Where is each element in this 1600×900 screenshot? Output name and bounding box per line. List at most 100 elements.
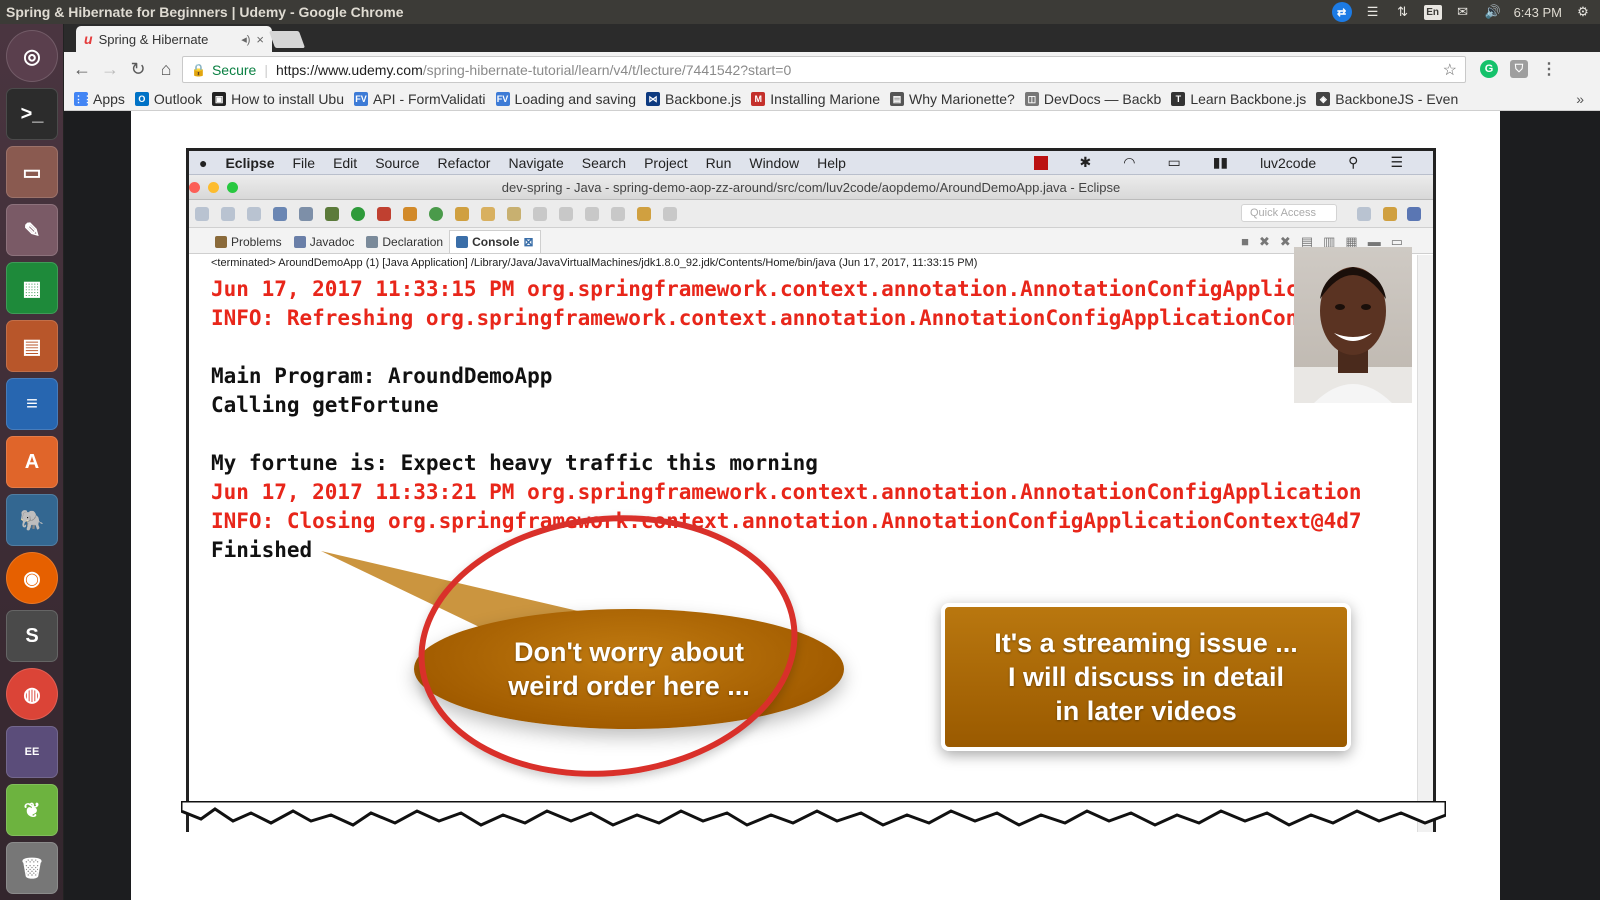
bookmark-item[interactable]: ◫ DevDocs — Backb	[1024, 91, 1161, 107]
url-path: /spring-hibernate-tutorial/learn/v4/t/le…	[422, 61, 792, 78]
bookmark-label: Installing Marione	[770, 90, 880, 107]
recording-icon	[1033, 155, 1048, 170]
bookmark-favicon-icon: ◈	[1316, 91, 1331, 106]
open-type-icon	[455, 206, 469, 221]
bookmark-label: Why Marionette?	[909, 90, 1015, 107]
menu-edit: Edit	[333, 154, 358, 171]
software-center-icon[interactable]: A	[6, 436, 58, 488]
eclipse-toolbar: Quick Access	[189, 200, 1433, 228]
menu-file: File	[292, 154, 316, 171]
clock[interactable]: 6:43 PM	[1514, 5, 1562, 20]
bookmark-item[interactable]: O Outlook	[134, 90, 203, 107]
forward-icon[interactable]: →	[96, 59, 124, 80]
home-icon[interactable]: ⌂	[152, 59, 180, 80]
system-settings-icon[interactable]: ✎	[6, 204, 58, 256]
eclipse-title-bar: dev-spring - Java - spring-demo-aop-zz-a…	[189, 175, 1433, 200]
menu-window: Window	[749, 154, 800, 171]
trash-icon[interactable]: 🗑	[6, 842, 58, 894]
bookmark-item[interactable]: ◈ BackboneJS - Even	[1316, 91, 1458, 107]
tab-label: Declaration	[382, 235, 444, 249]
eclipse-menu: Eclipse File Edit Source Refactor Navigate Sea…	[225, 155, 863, 171]
presenter-webcam	[1294, 247, 1412, 403]
bookmark-label: Backbone.js	[664, 90, 742, 107]
view-tabs: Problems Javadoc Declaration Console ⊠ ■ ✖ ✖…	[189, 228, 1433, 254]
bookmark-favicon-icon: T	[1171, 91, 1186, 106]
menu-run: Run	[705, 154, 732, 171]
lock-icon: 🔒	[191, 62, 206, 77]
tab-javadoc: Javadoc	[288, 231, 361, 253]
close-tab-icon[interactable]: ×	[256, 32, 264, 47]
bookmark-star-icon[interactable]: ☆	[1443, 60, 1457, 80]
ubuntu-dash-icon[interactable]: ◎	[6, 30, 58, 82]
sublime-text-icon[interactable]: S	[6, 610, 58, 662]
airplay-icon: ▭	[1167, 154, 1181, 170]
wifi-icon: ◠	[1123, 154, 1136, 170]
menu-help: Help	[817, 154, 846, 171]
bookmark-item[interactable]: ⋈ Backbone.js	[645, 90, 742, 107]
new-class-icon	[429, 206, 443, 221]
callout-dont-worry: Don't worry about weird order here ...	[414, 609, 844, 729]
skip-breakpoints-icon	[299, 206, 313, 221]
open-perspective-icon	[1357, 207, 1371, 221]
menu-search: Search	[581, 154, 627, 171]
grammarly-icon[interactable]: G	[1480, 60, 1498, 78]
chrome-menu-icon[interactable]: ⋮	[1540, 60, 1558, 78]
tab-console: Console ⊠	[449, 230, 541, 253]
chrome-icon[interactable]: ◍	[6, 668, 58, 720]
quick-access-field: Quick Access	[1241, 204, 1337, 222]
volume-icon[interactable]: 🔊	[1484, 4, 1502, 20]
libreoffice-calc-icon[interactable]: ▦	[6, 262, 58, 314]
eclipse-java-ee-icon[interactable]: EE	[6, 726, 58, 778]
terminal-icon[interactable]: >_	[6, 88, 58, 140]
search-tool-icon	[507, 206, 521, 221]
bookmark-item[interactable]: FV API - FormValidati	[354, 91, 486, 107]
terminal-view-icon	[273, 206, 287, 221]
bookmark-item[interactable]: FV Loading and saving	[495, 91, 636, 107]
libreoffice-writer-icon[interactable]: ≡	[6, 378, 58, 430]
address-bar[interactable]: 🔒 Secure | https://www.udemy.com /spring…	[182, 56, 1466, 83]
bookmark-favicon-icon: ▣	[212, 91, 227, 106]
bookmark-item[interactable]: T Learn Backbone.js	[1171, 91, 1306, 107]
network-icon[interactable]: ⇅	[1394, 4, 1412, 20]
pgadmin-icon[interactable]: 🐘	[6, 494, 58, 546]
more-bookmarks-icon[interactable]: »	[1576, 91, 1584, 107]
bookmark-favicon-icon: M	[751, 91, 766, 106]
tab-udemy[interactable]: u Spring & Hibernate ◂) ×	[76, 26, 272, 52]
shield-icon[interactable]: ⛉	[1510, 60, 1528, 78]
bookmark-item[interactable]: ▤ Why Marionette?	[890, 91, 1015, 107]
firefox-icon[interactable]: ◉	[6, 552, 58, 604]
spring-tool-suite-icon[interactable]: ❦	[6, 784, 58, 836]
view-tab-list: Problems Javadoc Declaration Console ⊠	[209, 230, 541, 253]
external-tools-icon	[377, 206, 391, 221]
new-tab-button[interactable]	[268, 31, 306, 48]
lecture-video-player[interactable]: ● Eclipse File Edit Source Refactor Navigate S…	[131, 111, 1500, 900]
close-console-tab-icon: ⊠	[523, 235, 534, 249]
tab-declaration: Declaration	[360, 231, 449, 253]
callout-left-line2: weird order here ...	[508, 671, 750, 701]
settings-icon[interactable]: ⚙	[1574, 4, 1592, 20]
teamviewer-icon[interactable]: ⇄	[1331, 2, 1352, 22]
audio-icon[interactable]: ◂)	[241, 33, 250, 46]
bookmark-favicon-icon: FV	[354, 91, 368, 106]
bookmark-label: Outlook	[153, 90, 203, 107]
javadoc-icon	[293, 236, 306, 248]
mail-icon[interactable]: ✉	[1454, 4, 1472, 20]
keyboard-layout-indicator[interactable]: En	[1423, 4, 1442, 20]
tab-label: Javadoc	[309, 235, 355, 249]
bookmark-favicon-icon: ◫	[1024, 91, 1039, 106]
bookmark-item[interactable]: M Installing Marione	[751, 91, 880, 107]
back-icon[interactable]: ←	[68, 59, 96, 80]
reload-icon[interactable]: ↻	[124, 59, 152, 80]
console-line: Main Program: AroundDemoApp	[211, 364, 553, 388]
run-icon	[351, 206, 365, 221]
bookmark-label: BackboneJS - Even	[1335, 90, 1459, 107]
files-icon[interactable]: ▭	[6, 146, 58, 198]
spotlight-icon: ⚲	[1348, 154, 1359, 170]
bookmark-item[interactable]: ⋮⋮ Apps	[74, 91, 125, 107]
menu-icon[interactable]: ☰	[1364, 4, 1382, 20]
tab-title: Spring & Hibernate	[98, 31, 209, 47]
libreoffice-impress-icon[interactable]: ▤	[6, 320, 58, 372]
bookmark-item[interactable]: ▣ How to install Ubu	[212, 91, 344, 107]
console-line: Jun 17, 2017 11:33:15 PM org.springframe…	[211, 277, 1362, 301]
